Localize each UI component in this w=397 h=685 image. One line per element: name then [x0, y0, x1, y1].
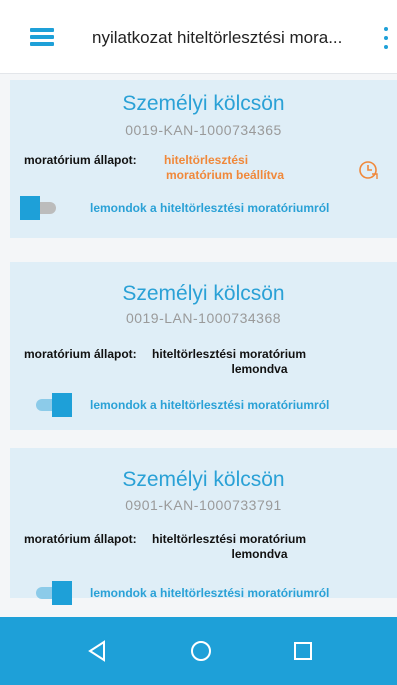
status-label: moratórium állapot:	[24, 153, 137, 167]
loan-title: Személyi kölcsön	[122, 282, 285, 305]
moratorium-waiver-toggle[interactable]	[20, 196, 58, 220]
toggle-label: lemondok a hiteltörlesztési moratóriumró…	[90, 586, 330, 600]
loan-card: Személyi kölcsön 0019-LAN-1000734368 mor…	[10, 262, 397, 430]
recents-square-icon[interactable]	[291, 639, 315, 663]
toggle-label: lemondok a hiteltörlesztési moratóriumró…	[90, 201, 330, 215]
loan-id: 0019-KAN-1000734365	[125, 122, 282, 138]
moratorium-waiver-toggle[interactable]	[34, 581, 72, 605]
loan-card: Személyi kölcsön 0901-KAN-1000733791 mor…	[10, 448, 397, 605]
status-value: hiteltörlesztési moratórium lemondva	[152, 532, 367, 562]
loan-title: Személyi kölcsön	[122, 468, 285, 491]
home-circle-icon[interactable]	[189, 639, 213, 663]
loan-card: Személyi kölcsön 0019-KAN-1000734365 mor…	[10, 80, 397, 238]
status-value: hiteltörlesztési moratórium lemondva	[152, 347, 367, 377]
system-navigation-bar	[0, 617, 397, 685]
loan-title: Személyi kölcsön	[122, 92, 285, 115]
back-triangle-icon[interactable]	[86, 639, 108, 663]
status-label: moratórium állapot:	[24, 347, 137, 361]
moratorium-waiver-toggle[interactable]	[34, 393, 72, 417]
status-label: moratórium állapot:	[24, 532, 137, 546]
toggle-label: lemondok a hiteltörlesztési moratóriumró…	[90, 398, 330, 412]
status-line-2: lemondva	[231, 362, 288, 376]
clock-icon	[359, 161, 378, 179]
status-line-1: hiteltörlesztési	[164, 153, 249, 167]
app-bar: nyilatkozat hiteltörlesztési mora...	[0, 0, 397, 74]
status-line-1: hiteltörlesztési moratórium	[152, 532, 307, 546]
loan-id: 0019-LAN-1000734368	[125, 310, 282, 326]
more-vertical-icon[interactable]	[383, 27, 389, 49]
loan-id: 0901-KAN-1000733791	[125, 497, 282, 513]
status-value: hiteltörlesztési moratórium beállítva	[150, 153, 300, 183]
status-line-1: hiteltörlesztési moratórium	[152, 347, 307, 361]
status-line-2: moratórium beállítva	[165, 168, 285, 182]
status-line-2: lemondva	[231, 547, 288, 561]
hamburger-menu-icon[interactable]	[30, 28, 54, 46]
page-title: nyilatkozat hiteltörlesztési mora...	[92, 28, 343, 47]
